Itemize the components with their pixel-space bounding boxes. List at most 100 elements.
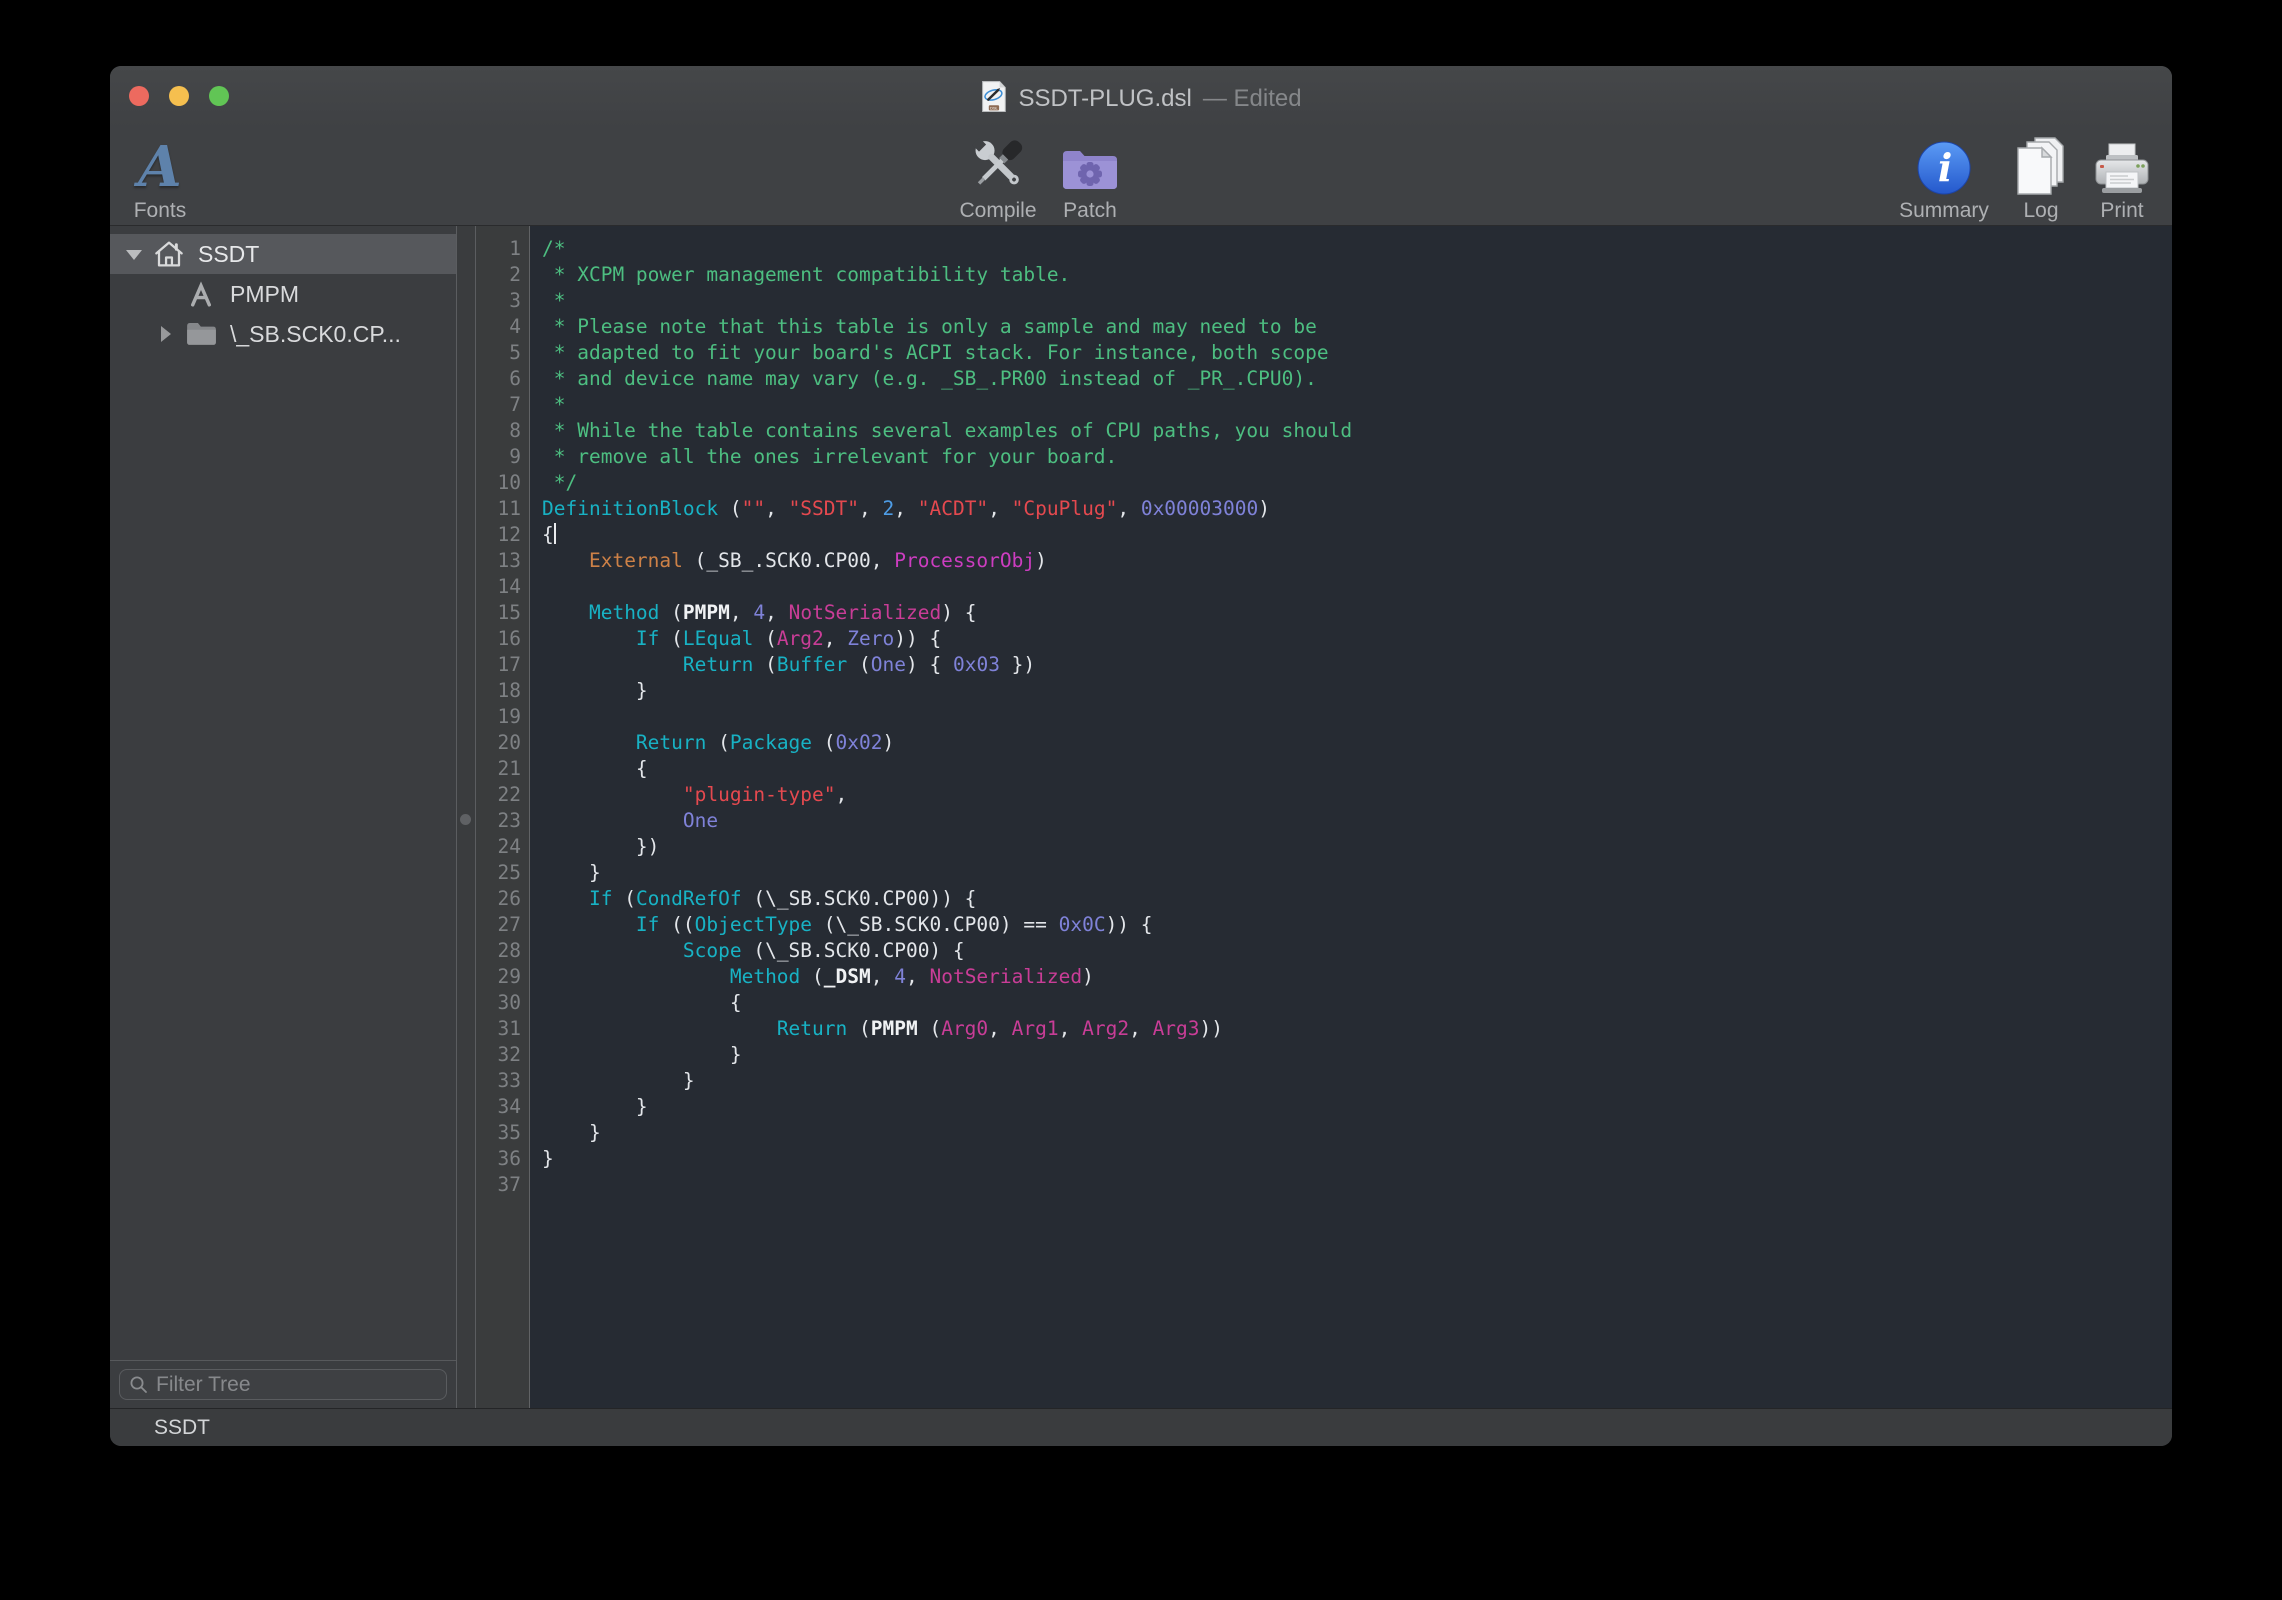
- line-number-gutter: 1234567891011121314151617181920212223242…: [476, 226, 530, 1408]
- sidebar-item-label: PMPM: [230, 281, 299, 308]
- code-line: * adapted to fit your board's ACPI stack…: [542, 340, 2172, 366]
- main-content: SSDT PMPM \_SB.SCK0.CP... Filter Tree: [110, 225, 2172, 1408]
- printer-icon: [2093, 130, 2151, 196]
- line-number: 7: [476, 392, 521, 418]
- code-line: {: [542, 756, 2172, 782]
- code-line: Return (PMPM (Arg0, Arg1, Arg2, Arg3)): [542, 1016, 2172, 1042]
- line-number: 2: [476, 262, 521, 288]
- info-icon: i: [1916, 130, 1972, 196]
- title-filename: SSDT-PLUG.dsl: [1018, 85, 1191, 113]
- line-number: 5: [476, 340, 521, 366]
- sidebar-item-label: \_SB.SCK0.CP...: [230, 321, 401, 348]
- code-line: [542, 574, 2172, 600]
- line-number: 26: [476, 886, 521, 912]
- line-number: 13: [476, 548, 521, 574]
- minimize-button[interactable]: [169, 86, 189, 106]
- code-line: [542, 1172, 2172, 1198]
- code-line: }: [542, 1094, 2172, 1120]
- code-line: * XCPM power management compatibility ta…: [542, 262, 2172, 288]
- code-editor[interactable]: /* * XCPM power management compatibility…: [530, 226, 2172, 1408]
- line-number: 21: [476, 756, 521, 782]
- compile-label: Compile: [959, 199, 1036, 223]
- code-line: If ((ObjectType (\_SB.SCK0.CP00) == 0x0C…: [542, 912, 2172, 938]
- code-line: External (_SB_.SCK0.CP00, ProcessorObj): [542, 548, 2172, 574]
- divider-drag-handle[interactable]: [460, 814, 471, 825]
- line-number: 29: [476, 964, 521, 990]
- code-line: One: [542, 808, 2172, 834]
- code-line: Method (PMPM, 4, NotSerialized) {: [542, 600, 2172, 626]
- code-line: Scope (\_SB.SCK0.CP00) {: [542, 938, 2172, 964]
- log-button[interactable]: Log: [2013, 130, 2069, 223]
- line-number: 19: [476, 704, 521, 730]
- line-number: 22: [476, 782, 521, 808]
- sidebar-item-sb-sck0-cp[interactable]: \_SB.SCK0.CP...: [110, 314, 456, 354]
- sidebar-item-pmpm[interactable]: PMPM: [110, 274, 456, 314]
- line-number: 25: [476, 860, 521, 886]
- fonts-icon: A: [138, 130, 181, 196]
- line-number: 32: [476, 1042, 521, 1068]
- line-number: 37: [476, 1172, 521, 1198]
- patch-button[interactable]: Patch: [1059, 130, 1121, 223]
- svg-text:DSL: DSL: [990, 105, 998, 110]
- disclosure-open-icon[interactable]: [124, 244, 144, 264]
- summary-label: Summary: [1899, 199, 1989, 223]
- toolbar: A Fonts: [110, 128, 2172, 225]
- line-number: 15: [476, 600, 521, 626]
- fonts-button[interactable]: A Fonts: [134, 130, 187, 223]
- zoom-button[interactable]: [209, 86, 229, 106]
- filter-tree-input[interactable]: Filter Tree: [119, 1369, 447, 1400]
- code-line: }: [542, 860, 2172, 886]
- disclosure-closed-icon[interactable]: [156, 324, 176, 344]
- summary-button[interactable]: i Summary: [1899, 130, 1989, 223]
- patch-label: Patch: [1063, 199, 1117, 223]
- code-line: }: [542, 1146, 2172, 1172]
- code-line: /*: [542, 236, 2172, 262]
- compile-button[interactable]: Compile: [959, 130, 1036, 223]
- line-number: 3: [476, 288, 521, 314]
- disclosure-spacer: [156, 284, 176, 304]
- code-line: If (CondRefOf (\_SB.SCK0.CP00)) {: [542, 886, 2172, 912]
- desktop: DSL SSDT-PLUG.dsl — Edited A Fonts: [0, 0, 2282, 1600]
- code-line: * Please note that this table is only a …: [542, 314, 2172, 340]
- split-divider[interactable]: [457, 226, 476, 1408]
- line-number: 27: [476, 912, 521, 938]
- title-edited-status: — Edited: [1203, 85, 1302, 113]
- line-number: 35: [476, 1120, 521, 1146]
- compile-tools-icon: [966, 130, 1030, 196]
- line-number: 1: [476, 236, 521, 262]
- code-line: Return (Package (0x02): [542, 730, 2172, 756]
- code-line: *: [542, 392, 2172, 418]
- filter-placeholder: Filter Tree: [156, 1373, 251, 1397]
- line-number: 24: [476, 834, 521, 860]
- sidebar-item-ssdt[interactable]: SSDT: [110, 234, 456, 274]
- code-line: Return (Buffer (One) { 0x03 }): [542, 652, 2172, 678]
- document-icon: DSL: [980, 80, 1007, 118]
- svg-text:i: i: [1938, 145, 1952, 190]
- line-number: 17: [476, 652, 521, 678]
- line-number: 11: [476, 496, 521, 522]
- code-line: DefinitionBlock ("", "SSDT", 2, "ACDT", …: [542, 496, 2172, 522]
- code-line: "plugin-type",: [542, 782, 2172, 808]
- code-line: }: [542, 1042, 2172, 1068]
- line-number: 9: [476, 444, 521, 470]
- fonts-label: Fonts: [134, 199, 187, 223]
- sidebar: SSDT PMPM \_SB.SCK0.CP... Filter Tree: [110, 226, 457, 1408]
- app-icon: [184, 278, 218, 310]
- line-number: 34: [476, 1094, 521, 1120]
- window-title: DSL SSDT-PLUG.dsl — Edited: [980, 80, 1301, 118]
- line-number: 10: [476, 470, 521, 496]
- maciasl-window: DSL SSDT-PLUG.dsl — Edited A Fonts: [110, 66, 2172, 1446]
- title-bar[interactable]: DSL SSDT-PLUG.dsl — Edited: [110, 66, 2172, 128]
- close-button[interactable]: [129, 86, 149, 106]
- folder-icon: [184, 318, 218, 350]
- line-number: 33: [476, 1068, 521, 1094]
- print-button[interactable]: Print: [2093, 130, 2151, 223]
- log-label: Log: [2023, 199, 2058, 223]
- line-number: 23: [476, 808, 521, 834]
- sidebar-item-label: SSDT: [198, 241, 259, 268]
- print-label: Print: [2100, 199, 2143, 223]
- line-number: 31: [476, 1016, 521, 1042]
- line-number: 4: [476, 314, 521, 340]
- code-line: {: [542, 522, 2172, 548]
- code-line: }: [542, 1068, 2172, 1094]
